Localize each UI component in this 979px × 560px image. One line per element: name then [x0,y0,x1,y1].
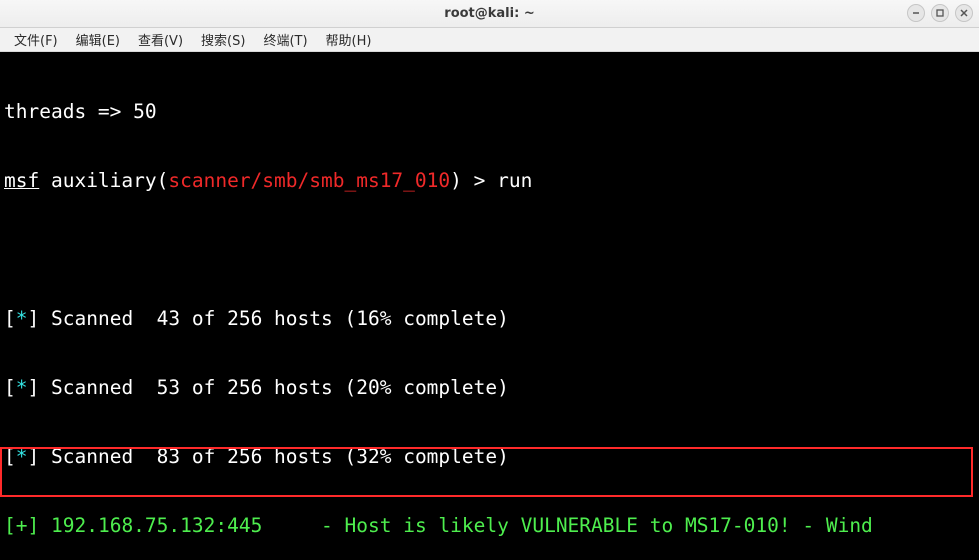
menubar: 文件(F) 编辑(E) 查看(V) 搜索(S) 终端(T) 帮助(H) [0,28,979,52]
prompt-line: msf auxiliary(scanner/smb/smb_ms17_010) … [4,169,975,192]
star-icon: * [16,307,28,330]
terminal-area[interactable]: threads => 50 msf auxiliary(scanner/smb/… [0,52,979,560]
terminal-window: root@kali: ~ 文件(F) 编辑(E) 查看(V) 搜索(S) 终端(… [0,0,979,560]
window-title: root@kali: ~ [0,6,979,21]
menu-search[interactable]: 搜索(S) [193,28,253,51]
output-line: threads => 50 [4,100,975,123]
module-name: scanner/smb/smb_ms17_010 [168,169,450,192]
close-icon [959,8,969,18]
menu-view[interactable]: 查看(V) [130,28,191,51]
minimize-button[interactable] [907,4,925,22]
window-controls [907,4,973,22]
menu-help[interactable]: 帮助(H) [318,28,380,51]
output-line: [*] Scanned 53 of 256 hosts (20% complet… [4,376,975,399]
msf-prompt: msf [4,169,39,192]
minimize-icon [911,8,921,18]
star-icon: * [16,376,28,399]
titlebar: root@kali: ~ [0,0,979,28]
plus-icon: + [16,514,28,537]
maximize-icon [935,8,945,18]
menu-edit[interactable]: 编辑(E) [68,28,128,51]
menu-file[interactable]: 文件(F) [6,28,66,51]
output-line: [*] Scanned 83 of 256 hosts (32% complet… [4,445,975,468]
menu-terminal[interactable]: 终端(T) [255,28,315,51]
star-icon: * [16,445,28,468]
blank-line [4,238,975,261]
close-button[interactable] [955,4,973,22]
output-line: [+] 192.168.75.132:445 - Host is likely … [4,514,975,537]
maximize-button[interactable] [931,4,949,22]
output-line: [*] Scanned 43 of 256 hosts (16% complet… [4,307,975,330]
